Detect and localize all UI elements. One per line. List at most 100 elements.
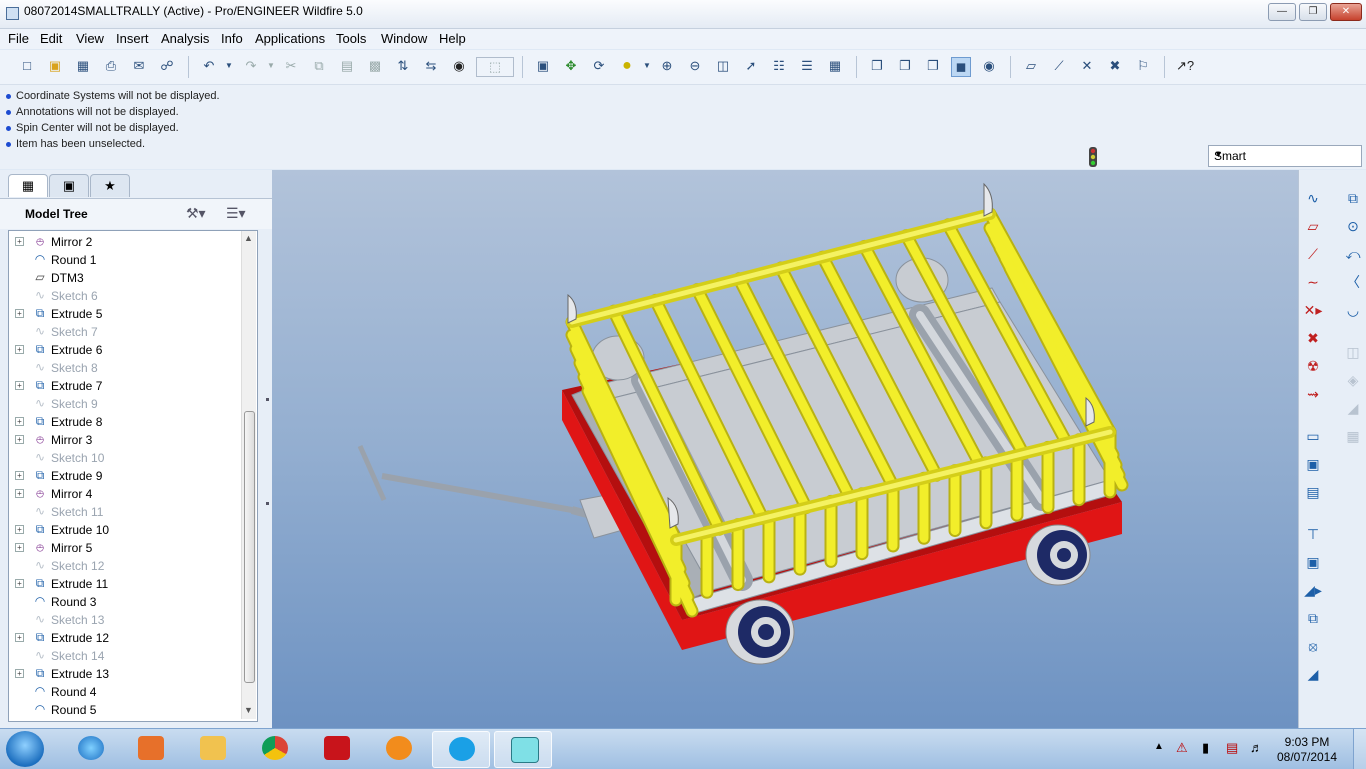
tree-item[interactable]: + ⧉ Extrude 6 — [9, 341, 239, 359]
appearance-ball-icon[interactable]: ● — [618, 57, 636, 75]
tree-show-icon[interactable]: ☰▾ — [226, 205, 246, 222]
expand-icon[interactable]: + — [15, 579, 24, 588]
undo-dropdown-icon[interactable]: ▼ — [220, 57, 238, 75]
tab-model-tree[interactable]: ▦ — [8, 174, 48, 197]
tree-scrollbar[interactable]: ▲ ▼ — [241, 231, 256, 719]
context-help-icon[interactable]: ↗? — [1176, 57, 1194, 75]
tray-volume-icon[interactable]: ♬ — [1250, 740, 1263, 755]
send-mail-icon[interactable]: ✉ — [130, 57, 148, 75]
save-icon[interactable]: ▦ — [74, 57, 92, 75]
paste-icon[interactable]: ▤ — [338, 57, 356, 75]
refit-icon[interactable]: ◫ — [714, 57, 732, 75]
variable-round-tool-icon[interactable]: ⦻ — [1303, 636, 1323, 656]
expand-icon[interactable]: + — [15, 525, 24, 534]
menu-analysis[interactable]: Analysis — [161, 31, 209, 46]
expand-icon[interactable]: + — [15, 489, 24, 498]
taskbar-media-player[interactable] — [122, 731, 178, 766]
open-folder-icon[interactable]: ▣ — [46, 57, 64, 75]
tray-network-icon[interactable]: ⚠ — [1176, 740, 1188, 756]
taskbar-skype[interactable] — [432, 731, 490, 768]
sketched-datum-tool-icon[interactable]: ⇝ — [1303, 384, 1323, 404]
round-tool-icon[interactable]: ▣ — [1303, 552, 1323, 572]
tree-item[interactable]: + ⧉ Extrude 10 — [9, 521, 239, 539]
draft-tool-icon[interactable]: ⊤ — [1303, 524, 1323, 544]
expand-icon[interactable]: + — [15, 471, 24, 480]
hole-tool-icon[interactable]: ▭ — [1303, 426, 1323, 446]
tree-item[interactable]: ▱ DTM3 — [9, 269, 239, 287]
wireframe-icon[interactable]: ❐ — [868, 57, 886, 75]
saved-views-icon[interactable]: ☷ — [770, 57, 788, 75]
datum-points-display-icon[interactable]: ✕ — [1078, 57, 1096, 75]
regenerate-manager-icon[interactable]: ⇆ — [422, 57, 440, 75]
chamfer-tool-icon[interactable]: ◢▸ — [1303, 580, 1323, 600]
tree-settings-icon[interactable]: ⚒▾ — [186, 205, 206, 222]
tree-item[interactable]: ∿ Sketch 6 — [9, 287, 239, 305]
find-icon[interactable]: ◉ — [450, 57, 468, 75]
tab-favorites[interactable]: ★ — [90, 174, 130, 197]
regenerate-icon[interactable]: ⇅ — [394, 57, 412, 75]
show-desktop-button[interactable] — [1353, 729, 1366, 769]
blend-tool-icon[interactable]: 〈 — [1343, 272, 1363, 292]
panel-splitter[interactable] — [264, 350, 272, 550]
selection-filter-dropdown[interactable]: Smart ▼ — [1208, 145, 1362, 167]
taskbar-proengineer[interactable] — [494, 731, 552, 768]
send-link-icon[interactable]: ☍ — [158, 57, 176, 75]
tray-battery-icon[interactable]: ▮ — [1202, 740, 1209, 756]
menu-info[interactable]: Info — [221, 31, 243, 46]
taskbar-chrome[interactable] — [246, 731, 302, 766]
tree-item[interactable]: + ⦺ Mirror 2 — [9, 233, 239, 251]
undo-icon[interactable]: ↶ — [200, 57, 218, 75]
enhanced-realism-icon[interactable]: ◉ — [980, 57, 998, 75]
tree-item[interactable]: ∿ Sketch 9 — [9, 395, 239, 413]
hidden-line-icon[interactable]: ❐ — [896, 57, 914, 75]
coordinate-system-tool-icon[interactable]: ✖ — [1303, 328, 1323, 348]
datum-plane-tool-icon[interactable]: ▱ — [1303, 216, 1323, 236]
scroll-thumb[interactable] — [244, 411, 255, 683]
tree-item[interactable]: + ⧉ Extrude 9 — [9, 467, 239, 485]
traffic-light-icon[interactable] — [1088, 147, 1098, 167]
tree-item[interactable]: ∿ Sketch 14 — [9, 647, 239, 665]
scroll-down-icon[interactable]: ▼ — [244, 705, 253, 715]
reorient-icon[interactable]: ➚ — [742, 57, 760, 75]
expand-icon[interactable]: + — [15, 237, 24, 246]
selection-filter-icon[interactable]: ⬚ — [476, 57, 514, 77]
zoom-out-icon[interactable]: ⊖ — [686, 57, 704, 75]
datum-axis-tool-icon[interactable]: ⟋ — [1303, 244, 1323, 264]
revolve-tool-icon[interactable]: ⊙ — [1343, 216, 1363, 236]
menu-view[interactable]: View — [76, 31, 104, 46]
redo-dropdown-icon[interactable]: ▼ — [262, 57, 280, 75]
repaint-icon[interactable]: ▣ — [534, 57, 552, 75]
shading-icon[interactable]: ◼ — [951, 57, 971, 77]
menu-file[interactable]: File — [8, 31, 29, 46]
taskbar-nero[interactable] — [370, 731, 426, 766]
restore-button[interactable]: ❐ — [1299, 3, 1327, 21]
windows-start-icon[interactable] — [6, 731, 44, 767]
tree-item[interactable]: + ⧉ Extrude 13 — [9, 665, 239, 683]
expand-icon[interactable]: + — [15, 381, 24, 390]
tree-item[interactable]: + ⧉ Extrude 12 — [9, 629, 239, 647]
expand-icon[interactable]: + — [15, 417, 24, 426]
appearance-dropdown-icon[interactable]: ▼ — [638, 57, 656, 75]
tree-item[interactable]: ∿ Sketch 8 — [9, 359, 239, 377]
tree-item[interactable]: ◠ Round 3 — [9, 593, 239, 611]
expand-icon[interactable]: + — [15, 633, 24, 642]
annotations-display-icon[interactable]: ⚐ — [1134, 57, 1152, 75]
expand-icon[interactable]: + — [15, 435, 24, 444]
cut-icon[interactable]: ✂ — [282, 57, 300, 75]
expand-icon[interactable]: + — [15, 309, 24, 318]
print-icon[interactable]: ⎙ — [102, 57, 120, 75]
redo-icon[interactable]: ↷ — [242, 57, 260, 75]
paste-special-icon[interactable]: ▩ — [366, 57, 384, 75]
tree-item[interactable]: ∿ Sketch 13 — [9, 611, 239, 629]
tray-signal-icon[interactable]: ▤ — [1226, 740, 1238, 756]
minimize-button[interactable]: — — [1268, 3, 1296, 21]
orient-mode-icon[interactable]: ⟳ — [590, 57, 608, 75]
tree-item[interactable]: ◠ Round 5 — [9, 701, 239, 719]
tree-item[interactable]: ◠ Round 1 — [9, 251, 239, 269]
taskbar-internet-explorer[interactable] — [62, 731, 118, 766]
scroll-up-icon[interactable]: ▲ — [244, 233, 253, 243]
menu-window[interactable]: Window — [381, 31, 427, 46]
tree-item[interactable]: + ⧉ Extrude 11 — [9, 575, 239, 593]
expand-icon[interactable]: + — [15, 543, 24, 552]
tree-item[interactable]: + ⧉ Extrude 7 — [9, 377, 239, 395]
